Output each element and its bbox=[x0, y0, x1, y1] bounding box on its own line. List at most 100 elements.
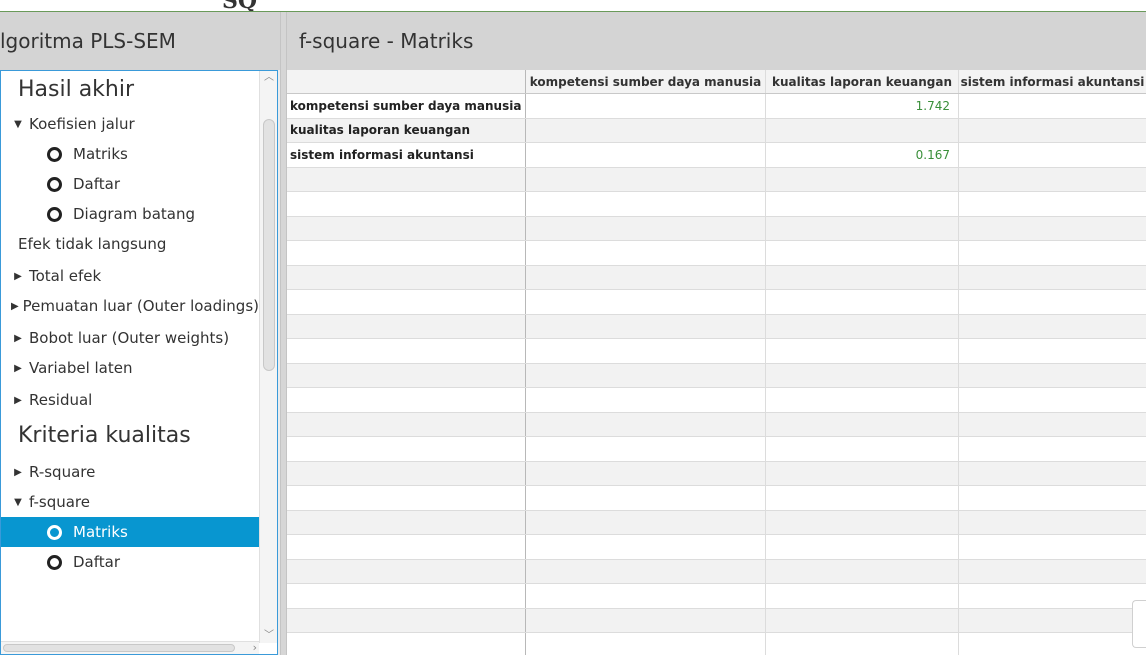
table-cell[interactable] bbox=[959, 364, 1146, 388]
table-cell[interactable] bbox=[526, 314, 766, 338]
table-cell[interactable] bbox=[766, 437, 959, 461]
tree-item-koefisien-jalur[interactable]: ▼ Koefisien jalur bbox=[1, 109, 259, 139]
table-cell[interactable] bbox=[526, 143, 766, 167]
table-cell[interactable] bbox=[766, 584, 959, 608]
table-cell[interactable] bbox=[526, 241, 766, 265]
collapsed-arrow-icon[interactable]: ▶ bbox=[9, 333, 27, 344]
table-cell[interactable] bbox=[526, 363, 766, 387]
table-cell[interactable] bbox=[766, 559, 959, 583]
table-cell[interactable] bbox=[766, 241, 959, 265]
table-cell[interactable] bbox=[959, 633, 1146, 655]
scrollbar-thumb[interactable] bbox=[263, 119, 275, 371]
table-cell[interactable] bbox=[959, 119, 1146, 143]
table-cell[interactable] bbox=[766, 633, 959, 655]
tree-item-pemuatan-luar-outer-loadings[interactable]: ▶ Pemuatan luar (Outer loadings) bbox=[1, 291, 259, 321]
table-cell[interactable] bbox=[526, 486, 766, 510]
tree-item-efek-tidak-langsung[interactable]: Efek tidak langsung bbox=[1, 229, 259, 259]
table-cell[interactable] bbox=[526, 388, 766, 412]
table-cell[interactable] bbox=[526, 633, 766, 655]
table-cell[interactable] bbox=[526, 559, 766, 583]
table-cell[interactable] bbox=[526, 412, 766, 436]
collapsed-arrow-icon[interactable]: ▶ bbox=[9, 301, 21, 312]
table-cell[interactable] bbox=[959, 462, 1146, 486]
table-cell[interactable] bbox=[526, 94, 766, 118]
table-cell[interactable] bbox=[766, 192, 959, 216]
column-header[interactable]: kualitas laporan keuangan bbox=[766, 70, 959, 93]
table-cell[interactable]: 0.167 bbox=[766, 143, 959, 167]
table-cell[interactable] bbox=[526, 167, 766, 191]
tree-item-variabel-laten[interactable]: ▶ Variabel laten bbox=[1, 353, 259, 383]
table-cell[interactable] bbox=[526, 216, 766, 240]
table-cell[interactable] bbox=[526, 265, 766, 289]
table-cell[interactable] bbox=[766, 216, 959, 240]
scroll-up-arrow-icon[interactable]: ︿ bbox=[260, 71, 277, 85]
table-cell[interactable] bbox=[526, 584, 766, 608]
table-cell[interactable] bbox=[766, 608, 959, 632]
tree-item-residual[interactable]: ▶ Residual bbox=[1, 385, 259, 415]
table-cell[interactable] bbox=[526, 437, 766, 461]
collapsed-arrow-icon[interactable]: ▶ bbox=[9, 271, 27, 282]
column-header[interactable]: kompetensi sumber daya manusia bbox=[526, 70, 766, 93]
table-cell[interactable] bbox=[526, 608, 766, 632]
expanded-arrow-icon[interactable]: ▼ bbox=[9, 497, 27, 508]
table-cell[interactable] bbox=[959, 315, 1146, 339]
tree-item-daftar[interactable]: Daftar bbox=[1, 169, 259, 199]
results-tree[interactable]: ︿ ﹀ › Hasil akhir ▼ Koefisien jalur Matriks… bbox=[0, 70, 278, 655]
table-cell[interactable] bbox=[959, 560, 1146, 584]
tree-horizontal-scrollbar[interactable]: › bbox=[1, 641, 259, 654]
table-cell[interactable] bbox=[766, 486, 959, 510]
table-cell[interactable] bbox=[959, 437, 1146, 461]
collapsed-arrow-icon[interactable]: ▶ bbox=[9, 395, 27, 406]
collapsed-arrow-icon[interactable]: ▶ bbox=[9, 467, 27, 478]
table-cell[interactable] bbox=[959, 609, 1146, 633]
side-panel-tab[interactable] bbox=[1132, 600, 1146, 648]
tree-vertical-scrollbar[interactable]: ︿ ﹀ bbox=[259, 71, 277, 643]
panel-splitter[interactable] bbox=[280, 12, 287, 655]
collapsed-arrow-icon[interactable]: ▶ bbox=[9, 363, 27, 374]
expanded-arrow-icon[interactable]: ▼ bbox=[9, 119, 27, 130]
table-cell[interactable] bbox=[959, 168, 1146, 192]
table-cell[interactable] bbox=[959, 535, 1146, 559]
tree-item-matriks[interactable]: Matriks bbox=[1, 517, 259, 547]
table-cell[interactable] bbox=[959, 241, 1146, 265]
scroll-right-arrow-icon[interactable]: › bbox=[253, 641, 257, 654]
scroll-down-arrow-icon[interactable]: ﹀ bbox=[260, 629, 277, 643]
table-cell[interactable] bbox=[959, 486, 1146, 510]
table-cell[interactable] bbox=[766, 290, 959, 314]
tree-item-bobot-luar-outer-weights[interactable]: ▶ Bobot luar (Outer weights) bbox=[1, 323, 259, 353]
table-cell[interactable] bbox=[959, 413, 1146, 437]
table-cell[interactable] bbox=[526, 290, 766, 314]
table-cell[interactable] bbox=[766, 167, 959, 191]
table-cell[interactable] bbox=[526, 510, 766, 534]
table-cell[interactable] bbox=[959, 192, 1146, 216]
table-cell[interactable] bbox=[766, 535, 959, 559]
table-cell[interactable] bbox=[766, 388, 959, 412]
table-cell[interactable]: 1.742 bbox=[766, 94, 959, 118]
tree-item-total-efek[interactable]: ▶ Total efek bbox=[1, 261, 259, 291]
table-cell[interactable] bbox=[766, 265, 959, 289]
table-cell[interactable] bbox=[959, 511, 1146, 535]
tree-item-matriks[interactable]: Matriks bbox=[1, 139, 259, 169]
column-header[interactable]: sistem informasi akuntansi bbox=[959, 70, 1146, 93]
table-cell[interactable] bbox=[959, 266, 1146, 290]
table-cell[interactable] bbox=[766, 412, 959, 436]
scrollbar-thumb-horizontal[interactable] bbox=[3, 644, 235, 652]
tree-item-r-square[interactable]: ▶ R-square bbox=[1, 457, 259, 487]
table-cell[interactable] bbox=[766, 314, 959, 338]
tree-item-daftar[interactable]: Daftar bbox=[1, 547, 259, 577]
table-cell[interactable] bbox=[766, 510, 959, 534]
table-cell[interactable] bbox=[526, 192, 766, 216]
table-cell[interactable] bbox=[766, 118, 959, 142]
tree-item-diagram-batang[interactable]: Diagram batang bbox=[1, 199, 259, 229]
table-cell[interactable] bbox=[766, 339, 959, 363]
table-cell[interactable] bbox=[526, 461, 766, 485]
table-cell[interactable] bbox=[959, 339, 1146, 363]
table-cell[interactable] bbox=[526, 118, 766, 142]
table-cell[interactable] bbox=[526, 339, 766, 363]
table-cell[interactable] bbox=[959, 217, 1146, 241]
table-cell[interactable] bbox=[766, 461, 959, 485]
table-cell[interactable] bbox=[766, 363, 959, 387]
table-cell[interactable] bbox=[959, 388, 1146, 412]
table-cell[interactable] bbox=[959, 94, 1146, 118]
table-cell[interactable] bbox=[959, 584, 1146, 608]
